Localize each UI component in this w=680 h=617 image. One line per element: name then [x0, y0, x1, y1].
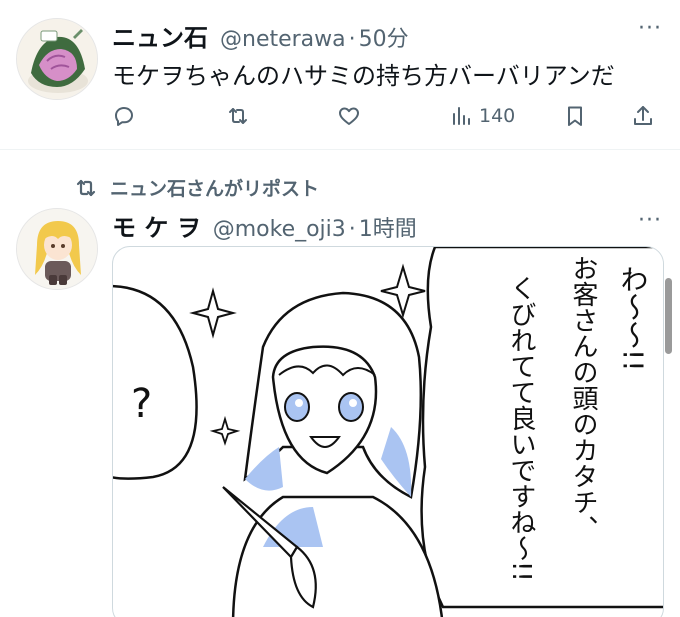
repost-indicator[interactable]: ニュン石さんがリポスト: [74, 174, 319, 201]
display-name[interactable]: モ ケ ヲ: [112, 208, 201, 243]
repost-icon: [229, 108, 247, 124]
separator-dot: ·: [348, 27, 356, 52]
rice-ball-avatar-image: [17, 19, 97, 99]
share-icon: [634, 106, 652, 125]
reply-button[interactable]: [112, 104, 136, 128]
share-button[interactable]: [631, 104, 655, 128]
timestamp[interactable]: 1時間: [359, 211, 417, 243]
bookmark-button[interactable]: [563, 104, 587, 128]
repost-icon: [76, 179, 96, 196]
avatar[interactable]: [16, 18, 98, 100]
bookmark-icon: [568, 106, 582, 126]
user-handle[interactable]: @neterawa: [220, 27, 346, 52]
manga-text-line-2: お客さんの頭のカタチ、: [568, 255, 598, 541]
more-options-icon[interactable]: ···: [638, 208, 662, 233]
manga-illustration: ? わ〜〜!! お客さんの頭のカタチ、 くびれてて良いですね〜!!: [113, 247, 663, 617]
repost-button[interactable]: [226, 104, 250, 128]
scrollbar[interactable]: [665, 278, 672, 354]
divider: [0, 149, 680, 150]
separator-dot: ·: [348, 217, 356, 242]
tweet-1[interactable]: ニュン石 @neterawa · 50分 ··· モケヲちゃんのハサミの持ち方バ…: [0, 0, 680, 150]
like-button[interactable]: [337, 104, 361, 128]
views-button[interactable]: 140: [449, 104, 515, 128]
question-mark: ?: [131, 381, 152, 427]
avatar[interactable]: [16, 208, 98, 290]
girl-avatar-image: [17, 209, 97, 289]
more-options-icon[interactable]: ···: [638, 16, 662, 41]
views-count: 140: [479, 105, 516, 127]
repost-label[interactable]: ニュン石さんがリポスト: [110, 174, 319, 201]
user-handle[interactable]: @moke_oji3: [213, 217, 346, 242]
reply-icon: [115, 107, 133, 126]
manga-text-line-3: くびれてて良いですね〜!!: [506, 275, 536, 582]
heart-icon: [339, 107, 359, 125]
timestamp[interactable]: 50分: [359, 21, 409, 53]
display-name[interactable]: ニュン石: [112, 18, 208, 53]
tweet-actions: 140: [0, 104, 680, 132]
manga-text-line-1: わ〜〜!!: [617, 265, 650, 371]
views-icon: [453, 107, 470, 125]
tweet-text: モケヲちゃんのハサミの持ち方バーバリアンだ: [112, 62, 615, 90]
manga-image[interactable]: ? わ〜〜!! お客さんの頭のカタチ、 くびれてて良いですね〜!!: [112, 246, 664, 617]
